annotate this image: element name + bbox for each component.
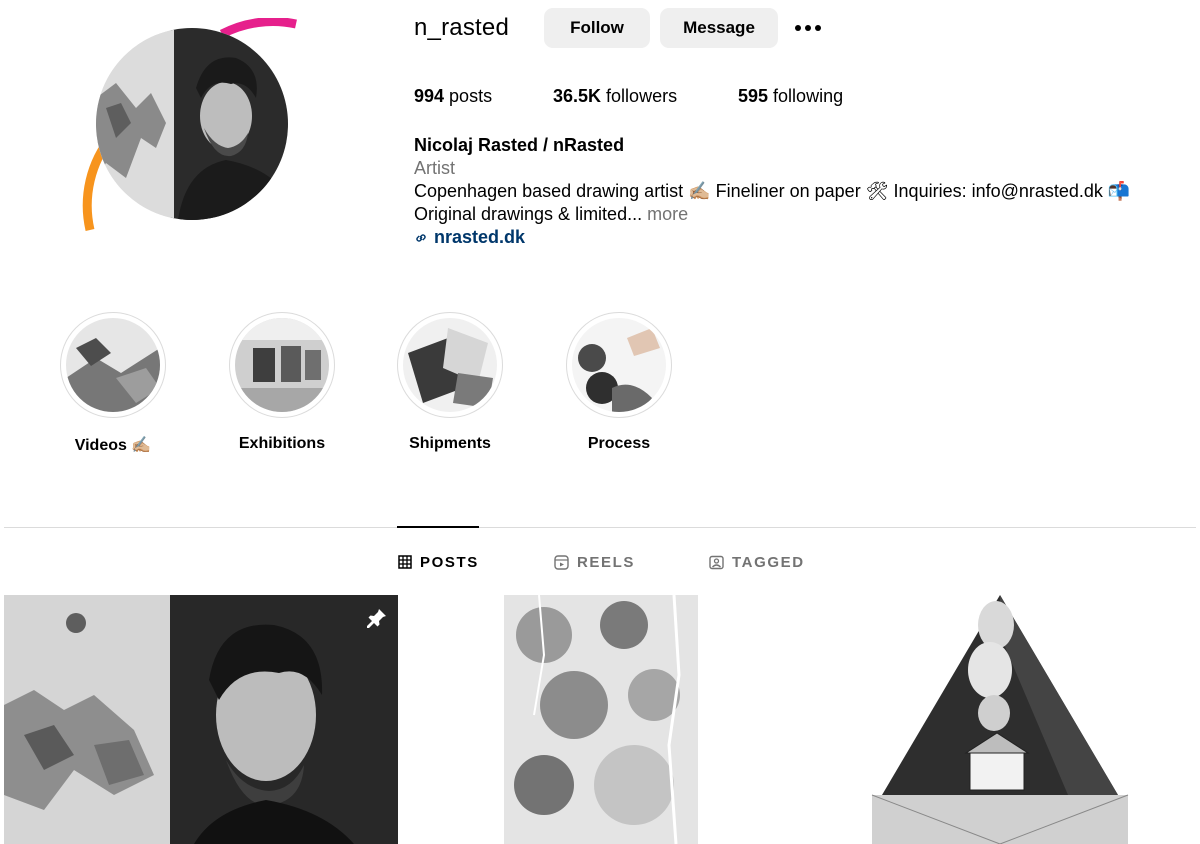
highlight-cover-image: [66, 318, 160, 412]
highlight-exhibitions[interactable]: Exhibitions: [217, 312, 347, 453]
link-icon: [416, 233, 426, 242]
more-horizontal-icon[interactable]: [795, 14, 825, 42]
bio-line-2: Original drawings & limited... more: [414, 203, 1130, 226]
following-count-value: 595: [738, 86, 769, 106]
highlight-cover-image: [403, 318, 497, 412]
tabs-divider: [4, 527, 1196, 528]
tab-posts[interactable]: POSTS: [398, 552, 554, 572]
post-thumbnail[interactable]: [868, 595, 1132, 844]
posts-count-value: 994: [414, 86, 445, 106]
tab-posts-label: POSTS: [420, 553, 479, 571]
profile-bio: Nicolaj Rasted / nRasted Artist Copenhag…: [414, 134, 1130, 249]
highlight-process[interactable]: Process: [554, 312, 684, 453]
profile-tabs: POSTS REELS TAGGED: [398, 552, 805, 572]
follow-button[interactable]: Follow: [544, 8, 650, 48]
highlight-label: Shipments: [409, 435, 491, 452]
tagged-icon: [709, 555, 724, 569]
highlight-label: Exhibitions: [238, 435, 326, 452]
active-tab-indicator: [397, 526, 479, 528]
profile-category: Artist: [414, 158, 456, 178]
highlight-cover-ring: [229, 312, 335, 418]
profile-website-text: nrasted.dk: [434, 227, 526, 247]
highlight-cover-image: [235, 318, 329, 412]
highlight-cover-ring: [397, 312, 503, 418]
tab-reels[interactable]: REELS: [554, 552, 709, 572]
avatar[interactable]: [96, 28, 288, 220]
profile-full-name: Nicolaj Rasted / nRasted: [414, 135, 625, 155]
bio-line-1: Copenhagen based drawing artist ✍🏼 Finel…: [414, 181, 1131, 201]
highlight-shipments[interactable]: Shipments: [385, 312, 515, 453]
posts-count-label: posts: [444, 86, 493, 106]
profile-avatar-container[interactable]: [82, 18, 298, 232]
posts-count: 994 posts: [414, 86, 553, 107]
tab-tagged-label: TAGGED: [732, 553, 805, 571]
grid-icon: [398, 555, 412, 569]
highlight-cover-ring: [566, 312, 672, 418]
reels-icon: [554, 554, 569, 570]
highlight-label: Videos ✍🏼: [74, 437, 152, 454]
message-button[interactable]: Message: [660, 8, 778, 48]
highlight-cover-ring: [60, 312, 166, 418]
tab-tagged[interactable]: TAGGED: [709, 552, 805, 572]
bio-more-link[interactable]: more: [642, 204, 688, 224]
following-count[interactable]: 595 following: [738, 86, 843, 107]
tab-reels-label: REELS: [577, 553, 636, 571]
post-thumbnail[interactable]: [4, 595, 398, 844]
following-count-label: following: [768, 86, 844, 106]
post-thumbnail[interactable]: [504, 595, 698, 844]
followers-count-label: followers: [601, 86, 678, 106]
pin-icon: [367, 609, 386, 628]
highlight-label: Process: [587, 435, 651, 452]
profile-username: n_rasted: [414, 14, 509, 41]
followers-count[interactable]: 36.5K followers: [553, 86, 738, 107]
bio-line-2-text: Original drawings & limited...: [414, 204, 643, 224]
profile-website-link[interactable]: nrasted.dk: [414, 226, 1130, 249]
profile-stats: 994 posts 36.5K followers 595 following: [414, 86, 843, 107]
followers-count-value: 36.5K: [553, 86, 602, 106]
highlight-cover-image: [572, 318, 666, 412]
highlight-videos[interactable]: Videos ✍🏼: [48, 312, 178, 455]
